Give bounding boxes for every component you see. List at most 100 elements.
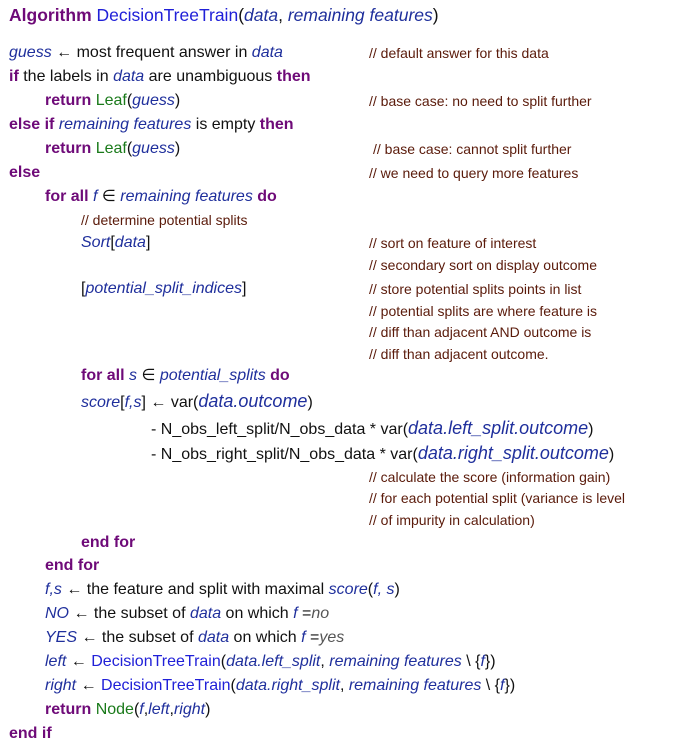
kw-return: return: [45, 701, 92, 718]
var-data-right-split: data.right_split: [235, 677, 340, 694]
algorithm-keyword: Algorithm: [9, 5, 92, 25]
var-f-s: f,s: [45, 581, 62, 598]
var-data: data: [189, 605, 222, 622]
line-fs-assign: f,s ← the feature and split with maximal…: [45, 580, 400, 600]
text: on which: [221, 605, 294, 622]
paren: ): [588, 421, 594, 438]
paren: ): [174, 92, 181, 109]
kw-then: then: [259, 116, 294, 133]
bracket: ]: [242, 280, 247, 297]
separator: ,: [339, 677, 349, 694]
kw-for-all: for all: [81, 367, 125, 384]
arg-remaining-features: remaining features: [287, 5, 433, 25]
line-sort: Sort[data]: [81, 233, 150, 253]
comment-determine-splits: // determine potential splits: [81, 212, 248, 228]
literal-yes: yes: [319, 629, 345, 646]
var-data: data: [114, 234, 146, 251]
literal-no: no: [311, 605, 330, 622]
comment-calc-score: // calculate the score (information gain…: [369, 469, 611, 485]
line-minus-right: - N_obs_right_split/N_obs_data * var(dat…: [151, 443, 614, 465]
bracket: ]: [145, 234, 151, 251]
text: - N_obs_left_split/N_obs_data * var(: [151, 421, 409, 438]
line-minus-left: - N_obs_left_split/N_obs_data * var(data…: [151, 418, 593, 440]
text: are unambiguous: [144, 68, 277, 85]
var-score: score: [81, 394, 121, 411]
comment-diff-adjacent-and: // diff than adjacent AND outcome is: [369, 324, 592, 340]
var-left-split-outcome: data.left_split.outcome: [408, 418, 589, 438]
comment-sort-feature: // sort on feature of interest: [369, 235, 537, 251]
line-guess-assign: guess ← most frequent answer in data: [9, 43, 283, 63]
text: ← the feature and split with maximal: [61, 581, 329, 598]
element-of: ∈: [137, 367, 160, 384]
paren: ): [608, 446, 615, 463]
var-left: left: [148, 701, 170, 718]
var-right-split-outcome: data.right_split.outcome: [417, 443, 609, 463]
paren: ): [205, 701, 211, 718]
kw-else: else: [9, 164, 41, 181]
ctor-leaf: Leaf: [95, 140, 127, 157]
line-end-for-outer: end for: [45, 556, 99, 576]
line-else-if-empty: else if remaining features is empty then: [9, 115, 294, 135]
text: on which: [229, 629, 302, 646]
text: ← the subset of: [69, 605, 190, 622]
kw-end-for: end for: [81, 534, 136, 551]
text: is empty: [191, 116, 260, 133]
var-yes: YES: [45, 629, 78, 646]
comment-splits-where: // potential splits are where feature is: [369, 303, 598, 319]
var-data-outcome: data.outcome: [198, 391, 308, 411]
close-paren: ): [432, 5, 439, 25]
paren: ): [307, 394, 313, 411]
var-remaining-features: remaining features: [348, 677, 482, 694]
comment-impurity: // of impurity in calculation): [369, 512, 535, 528]
text: ← the subset of: [77, 629, 198, 646]
line-else: else: [9, 163, 40, 183]
kw-return: return: [45, 92, 92, 109]
kw-end-for: end for: [45, 557, 100, 574]
arg-data: data: [244, 5, 279, 25]
line-yes-assign: YES ← the subset of data on which f =yes: [45, 628, 344, 648]
paren: ): [174, 140, 181, 157]
kw-then: then: [276, 68, 311, 85]
kw-return: return: [45, 140, 92, 157]
var-remaining-features: remaining features: [58, 116, 192, 133]
arg-separator: ,: [278, 5, 288, 25]
comment-base-case-2: // base case: cannot split further: [373, 141, 572, 157]
line-return-node: return Node(f,left,right): [45, 700, 210, 720]
var-s: s: [129, 367, 138, 384]
comment-each-split: // for each potential split (variance is…: [369, 490, 626, 506]
comment-diff-adjacent-outcome: // diff than adjacent outcome.: [369, 346, 549, 362]
algorithm-header: Algorithm DecisionTreeTrain(data, remain…: [9, 5, 439, 25]
var-guess: guess: [132, 92, 175, 109]
element-of: ∈: [97, 188, 121, 205]
line-score-assign: score[f,s] ← var(data.outcome): [81, 391, 313, 413]
line-return-leaf-1: return Leaf(guess): [45, 91, 180, 111]
var-right: right: [45, 677, 77, 694]
ctor-leaf: Leaf: [95, 92, 127, 109]
fn-decision-tree-train: DecisionTreeTrain: [101, 677, 231, 694]
kw-for-all: for all: [45, 188, 89, 205]
comment-query-features: // we need to query more features: [369, 165, 579, 181]
line-if-unambiguous: if the labels in data are unambiguous th…: [9, 67, 311, 87]
line-end-if: end if: [9, 724, 52, 744]
var-data: data: [113, 68, 145, 85]
text: =: [305, 629, 320, 646]
var-data: data: [197, 629, 230, 646]
var-remaining-features: remaining features: [329, 653, 462, 670]
algorithm-name: DecisionTreeTrain: [96, 5, 239, 25]
text: the labels in: [18, 68, 114, 85]
text: =: [297, 605, 312, 622]
var-no: NO: [45, 605, 69, 622]
text: ←: [66, 653, 92, 670]
var-potential-split-indices: potential_split_indices: [85, 280, 242, 297]
comment-secondary-sort: // secondary sort on display outcome: [369, 257, 598, 273]
text: ← var(: [145, 394, 199, 411]
line-no-assign: NO ← the subset of data on which f =no: [45, 604, 329, 624]
line-end-for-inner: end for: [81, 533, 135, 553]
text: ←: [76, 677, 102, 694]
text: - N_obs_right_split/N_obs_data * var(: [151, 446, 418, 463]
text: \ {: [481, 677, 501, 694]
paren: ): [394, 581, 400, 598]
line-for-all-splits: for all s ∈ potential_splits do: [81, 366, 290, 386]
comment-store-splits: // store potential splits points in list: [369, 281, 582, 297]
fn-sort: Sort: [81, 234, 111, 251]
